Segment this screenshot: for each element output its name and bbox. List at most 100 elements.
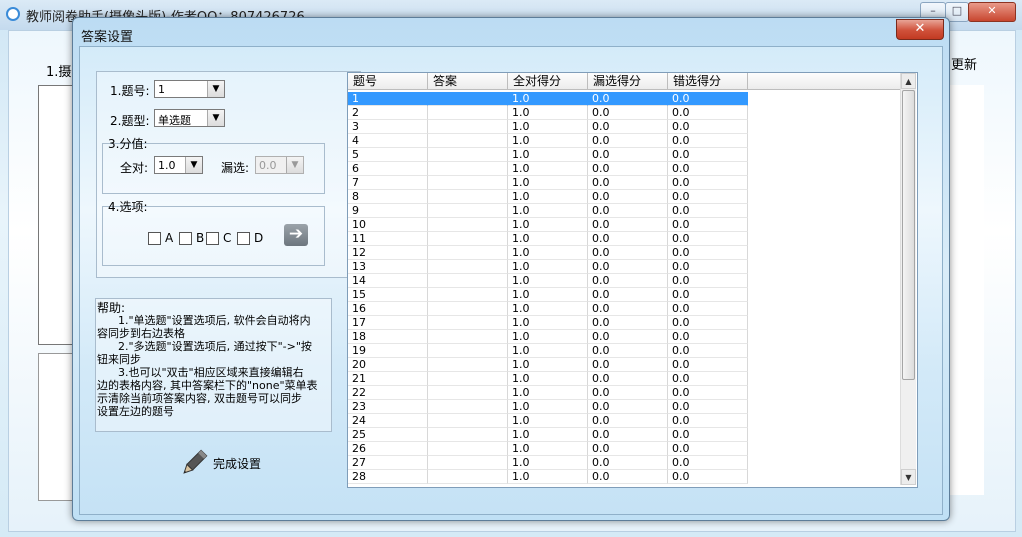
table-cell[interactable]: 27: [348, 456, 428, 470]
sync-arrow-button[interactable]: ➔: [284, 224, 308, 246]
table-cell[interactable]: 22: [348, 386, 428, 400]
table-cell[interactable]: 8: [348, 190, 428, 204]
table-cell[interactable]: 0.0: [668, 162, 748, 176]
table-cell[interactable]: 0.0: [588, 204, 668, 218]
table-cell[interactable]: 1.0: [508, 288, 588, 302]
table-cell[interactable]: [428, 288, 508, 302]
table-cell[interactable]: 0.0: [588, 358, 668, 372]
table-cell[interactable]: 12: [348, 246, 428, 260]
column-header[interactable]: 题号: [348, 73, 428, 90]
table-cell[interactable]: 0.0: [588, 232, 668, 246]
table-cell[interactable]: 0.0: [588, 372, 668, 386]
table-cell[interactable]: 0.0: [668, 106, 748, 120]
finish-settings-button[interactable]: 完成设置: [179, 448, 279, 478]
table-cell[interactable]: 1.0: [508, 190, 588, 204]
table-cell[interactable]: 0.0: [588, 428, 668, 442]
table-cell[interactable]: 0.0: [588, 400, 668, 414]
table-row[interactable]: 28 1.0 0.0 0.0: [348, 470, 748, 484]
full-score-select[interactable]: 1.0 ▼: [154, 156, 203, 174]
table-cell[interactable]: [428, 232, 508, 246]
table-cell[interactable]: 0.0: [668, 330, 748, 344]
table-cell[interactable]: 1: [348, 92, 428, 106]
table-cell[interactable]: 1.0: [508, 456, 588, 470]
table-row[interactable]: 4 1.0 0.0 0.0: [348, 134, 748, 148]
table-cell[interactable]: 0.0: [668, 120, 748, 134]
table-cell[interactable]: 0.0: [668, 218, 748, 232]
dialog-close-button[interactable]: ✕: [896, 19, 944, 40]
table-row[interactable]: 14 1.0 0.0 0.0: [348, 274, 748, 288]
table-cell[interactable]: 5: [348, 148, 428, 162]
table-cell[interactable]: 1.0: [508, 428, 588, 442]
table-cell[interactable]: 19: [348, 344, 428, 358]
table-cell[interactable]: 0.0: [588, 148, 668, 162]
table-row[interactable]: 8 1.0 0.0 0.0: [348, 190, 748, 204]
table-cell[interactable]: 20: [348, 358, 428, 372]
table-cell[interactable]: [428, 386, 508, 400]
table-cell[interactable]: 0.0: [668, 442, 748, 456]
table-cell[interactable]: 13: [348, 260, 428, 274]
table-cell[interactable]: [428, 218, 508, 232]
table-cell[interactable]: 1.0: [508, 176, 588, 190]
table-cell[interactable]: 0.0: [588, 106, 668, 120]
table-cell[interactable]: [428, 246, 508, 260]
table-row[interactable]: 23 1.0 0.0 0.0: [348, 400, 748, 414]
table-cell[interactable]: 0.0: [668, 176, 748, 190]
table-cell[interactable]: 0.0: [588, 260, 668, 274]
table-cell[interactable]: 15: [348, 288, 428, 302]
table-cell[interactable]: [428, 470, 508, 484]
table-row[interactable]: 17 1.0 0.0 0.0: [348, 316, 748, 330]
table-row[interactable]: 13 1.0 0.0 0.0: [348, 260, 748, 274]
table-row[interactable]: 22 1.0 0.0 0.0: [348, 386, 748, 400]
table-cell[interactable]: [428, 162, 508, 176]
table-cell[interactable]: [428, 344, 508, 358]
table-cell[interactable]: 0.0: [588, 386, 668, 400]
table-cell[interactable]: 0.0: [668, 400, 748, 414]
column-header[interactable]: 答案: [428, 73, 508, 90]
table-cell[interactable]: 6: [348, 162, 428, 176]
table-cell[interactable]: 1.0: [508, 162, 588, 176]
table-cell[interactable]: 1.0: [508, 204, 588, 218]
table-row[interactable]: 5 1.0 0.0 0.0: [348, 148, 748, 162]
table-cell[interactable]: 4: [348, 134, 428, 148]
table-cell[interactable]: 0.0: [588, 344, 668, 358]
table-row[interactable]: 2 1.0 0.0 0.0: [348, 106, 748, 120]
table-cell[interactable]: [428, 134, 508, 148]
table-cell[interactable]: 1.0: [508, 148, 588, 162]
table-cell[interactable]: 1.0: [508, 344, 588, 358]
table-cell[interactable]: 23: [348, 400, 428, 414]
table-cell[interactable]: 1.0: [508, 246, 588, 260]
table-cell[interactable]: 1.0: [508, 260, 588, 274]
table-cell[interactable]: 0.0: [668, 232, 748, 246]
table-cell[interactable]: 24: [348, 414, 428, 428]
table-cell[interactable]: [428, 260, 508, 274]
table-cell[interactable]: 1.0: [508, 400, 588, 414]
table-cell[interactable]: 0.0: [588, 92, 668, 106]
table-cell[interactable]: 1.0: [508, 92, 588, 106]
table-cell[interactable]: 0.0: [668, 414, 748, 428]
table-row[interactable]: 18 1.0 0.0 0.0: [348, 330, 748, 344]
missed-score-select[interactable]: 0.0 ▼: [255, 156, 304, 174]
table-cell[interactable]: 14: [348, 274, 428, 288]
table-cell[interactable]: 0.0: [668, 316, 748, 330]
table-cell[interactable]: 0.0: [668, 470, 748, 484]
table-cell[interactable]: 9: [348, 204, 428, 218]
main-close-button[interactable]: ✕: [968, 2, 1016, 22]
table-cell[interactable]: 10: [348, 218, 428, 232]
table-cell[interactable]: [428, 372, 508, 386]
column-header[interactable]: 漏选得分: [588, 73, 668, 90]
table-row[interactable]: 12 1.0 0.0 0.0: [348, 246, 748, 260]
table-cell[interactable]: 25: [348, 428, 428, 442]
scroll-up-arrow-icon[interactable]: ▲: [901, 73, 916, 89]
table-cell[interactable]: [428, 190, 508, 204]
table-cell[interactable]: 0.0: [588, 246, 668, 260]
table-row[interactable]: 25 1.0 0.0 0.0: [348, 428, 748, 442]
table-cell[interactable]: 0.0: [668, 246, 748, 260]
option-b-checkbox[interactable]: [179, 232, 192, 245]
table-cell[interactable]: 2: [348, 106, 428, 120]
table-cell[interactable]: [428, 456, 508, 470]
table-scrollbar[interactable]: ▲ ▼: [900, 73, 916, 485]
table-row[interactable]: 10 1.0 0.0 0.0: [348, 218, 748, 232]
table-cell[interactable]: 1.0: [508, 106, 588, 120]
table-cell[interactable]: 18: [348, 330, 428, 344]
table-cell[interactable]: 0.0: [668, 358, 748, 372]
